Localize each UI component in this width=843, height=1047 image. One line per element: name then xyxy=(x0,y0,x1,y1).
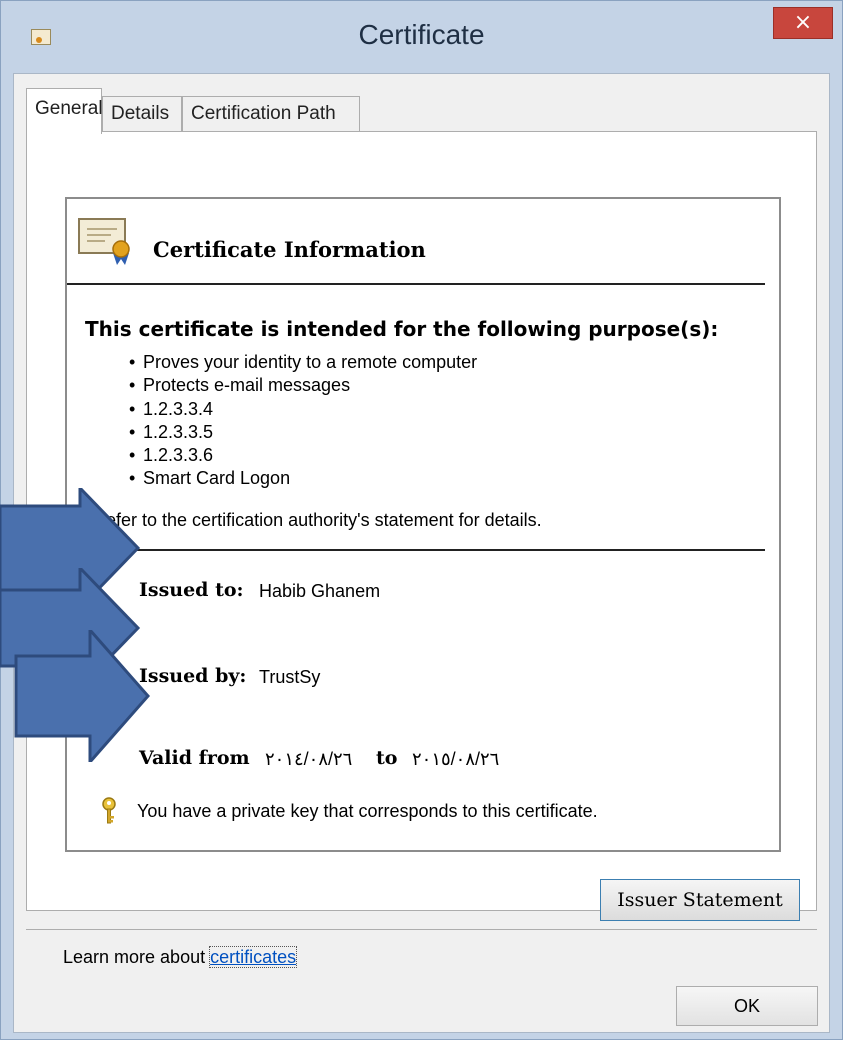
purpose-item: 1.2.3.3.6 xyxy=(129,444,477,467)
title-bar[interactable]: Certificate × xyxy=(1,1,842,73)
close-button[interactable]: × xyxy=(773,7,833,39)
learn-more-text: Learn more about certificates xyxy=(63,946,298,968)
certificate-info-title: Certificate Information xyxy=(153,237,426,262)
purpose-item: Protects e-mail messages xyxy=(129,374,477,397)
key-icon xyxy=(102,797,116,824)
tab-general[interactable]: General xyxy=(26,88,103,134)
purpose-item: 1.2.3.3.4 xyxy=(129,398,477,421)
valid-to-value: ٢٠١٥/٠٨/٢٦ xyxy=(412,749,500,769)
issued-by-value: TrustSy xyxy=(259,667,321,687)
purpose-item: Proves your identity to a remote compute… xyxy=(129,351,477,374)
ok-button[interactable]: OK xyxy=(676,986,818,1026)
valid-from-value: ٢٠١٤/٠٨/٢٦ xyxy=(265,749,353,769)
arrow-annotation xyxy=(14,630,150,762)
divider xyxy=(67,283,765,285)
purpose-heading: This certificate is intended for the fol… xyxy=(85,317,719,341)
window-title: Certificate xyxy=(358,19,485,50)
tab-details[interactable]: Details xyxy=(102,96,182,132)
learn-more-prefix: Learn more about xyxy=(63,947,211,967)
certificate-icon xyxy=(78,218,130,265)
certificates-link[interactable]: certificates xyxy=(209,946,298,968)
issued-to-value: Habib Ghanem xyxy=(259,581,381,601)
valid-to-label: to xyxy=(376,747,398,769)
purpose-item: 1.2.3.3.5 xyxy=(129,421,477,444)
issuer-statement-button[interactable]: Issuer Statement xyxy=(600,879,800,921)
private-key-message: You have a private key that corresponds … xyxy=(137,801,598,821)
tab-certification-path[interactable]: Certification Path xyxy=(182,96,360,132)
close-icon: × xyxy=(793,10,813,35)
purpose-list: Proves your identity to a remote compute… xyxy=(129,351,477,491)
footer-divider xyxy=(26,929,817,930)
